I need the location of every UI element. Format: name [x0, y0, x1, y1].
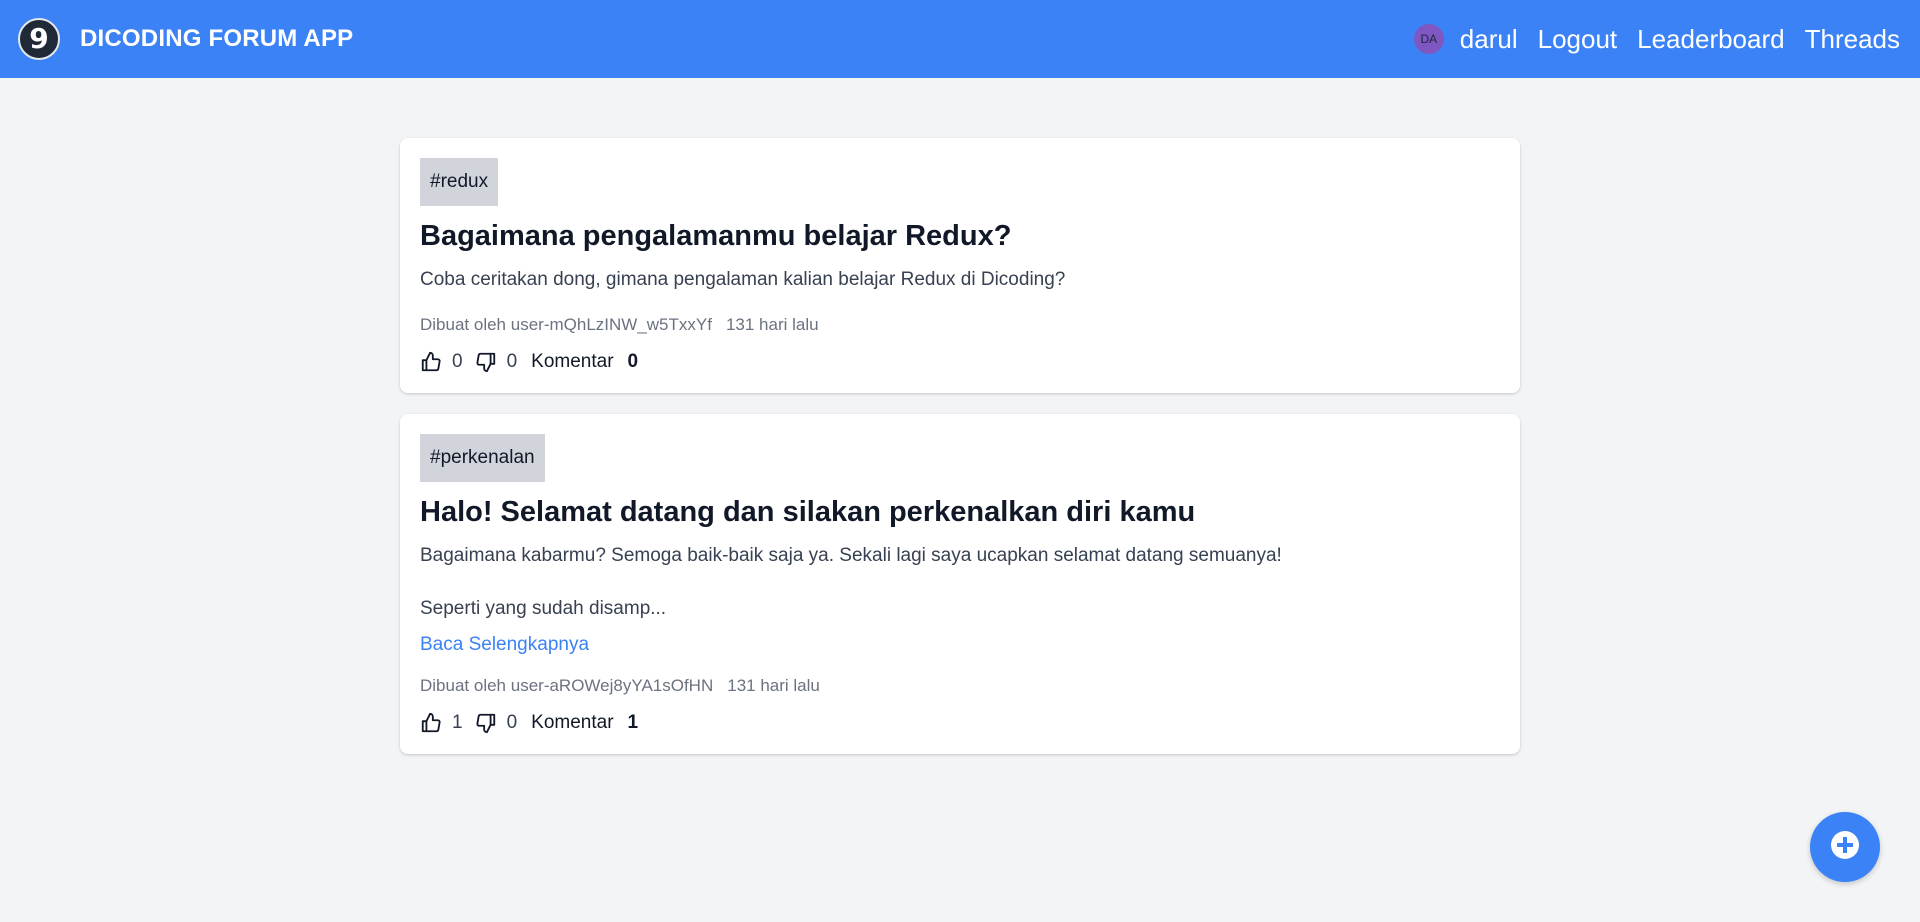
- thumbs-down-icon[interactable]: [475, 712, 497, 734]
- user-avatar: DA: [1413, 24, 1444, 54]
- thumbs-down-icon[interactable]: [475, 351, 497, 373]
- thread-meta: Dibuat oleh user-aROWej8yYA1sOfHN 131 ha…: [420, 676, 1500, 696]
- logout-link[interactable]: Logout: [1538, 24, 1618, 55]
- author-name: user-mQhLzINW_w5TxxYf: [510, 315, 712, 335]
- dicoding-logo-icon[interactable]: 9: [18, 18, 60, 60]
- brand: 9 DICODING FORUM APP: [18, 18, 353, 60]
- thumbs-up-icon[interactable]: [420, 712, 442, 734]
- thread-body: Bagaimana kabarmu? Semoga baik-baik saja…: [420, 541, 1500, 624]
- thread-author: Dibuat oleh user-aROWej8yYA1sOfHN: [420, 676, 713, 696]
- thread-meta: Dibuat oleh user-mQhLzINW_w5TxxYf 131 ha…: [420, 315, 1500, 335]
- downvote-count: 0: [506, 712, 518, 734]
- comment-label: Komentar: [531, 351, 614, 373]
- threads-link[interactable]: Threads: [1805, 24, 1900, 55]
- comment-count: 0: [627, 351, 639, 373]
- thread-title[interactable]: Halo! Selamat datang dan silakan perkena…: [420, 496, 1500, 529]
- navbar: 9 DICODING FORUM APP DA darul Logout Lea…: [0, 0, 1920, 78]
- svg-text:9: 9: [29, 24, 48, 54]
- author-prefix: Dibuat oleh: [420, 676, 507, 696]
- downvote-count: 0: [506, 351, 518, 373]
- username-label: darul: [1459, 23, 1518, 54]
- thread-author: Dibuat oleh user-mQhLzINW_w5TxxYf: [420, 315, 712, 335]
- thread-body-text: Bagaimana kabarmu? Semoga baik-baik saja…: [420, 545, 1282, 567]
- thread-card: #perkenalan Halo! Selamat datang dan sil…: [400, 414, 1520, 755]
- upvote-count: 1: [452, 712, 463, 734]
- read-more-link[interactable]: Baca Selengkapnya: [420, 634, 589, 656]
- leaderboard-link[interactable]: Leaderboard: [1637, 24, 1784, 55]
- thread-list: #redux Bagaimana pengalamanmu belajar Re…: [400, 138, 1520, 755]
- thread-card: #redux Bagaimana pengalamanmu belajar Re…: [400, 138, 1520, 394]
- nav-menu: DA darul Logout Leaderboard Threads: [1413, 23, 1900, 55]
- app-title: DICODING FORUM APP: [80, 25, 354, 52]
- thread-actions: 0 0 Komentar 0: [420, 351, 1500, 373]
- thread-title[interactable]: Bagaimana pengalamanmu belajar Redux?: [420, 220, 1500, 253]
- author-prefix: Dibuat oleh: [420, 315, 507, 335]
- thread-body: Coba ceritakan dong, gimana pengalaman k…: [420, 265, 1500, 295]
- thread-created-time: 131 hari lalu: [727, 676, 820, 696]
- comment-label: Komentar: [531, 712, 614, 734]
- upvote-count: 0: [452, 351, 463, 373]
- thread-actions: 1 0 Komentar 1: [420, 712, 1500, 734]
- author-name: user-aROWej8yYA1sOfHN: [510, 676, 714, 696]
- comment-count: 1: [627, 712, 639, 734]
- add-circle-icon: [1830, 830, 1860, 865]
- thread-body-text: Coba ceritakan dong, gimana pengalaman k…: [420, 269, 1066, 290]
- thumbs-up-icon[interactable]: [420, 351, 442, 373]
- thread-created-time: 131 hari lalu: [725, 315, 819, 335]
- thread-category-tag[interactable]: #perkenalan: [420, 434, 545, 483]
- thread-body-text: Seperti yang sudah disamp...: [420, 597, 667, 619]
- thread-category-tag[interactable]: #redux: [420, 158, 499, 206]
- add-thread-button[interactable]: [1810, 812, 1880, 882]
